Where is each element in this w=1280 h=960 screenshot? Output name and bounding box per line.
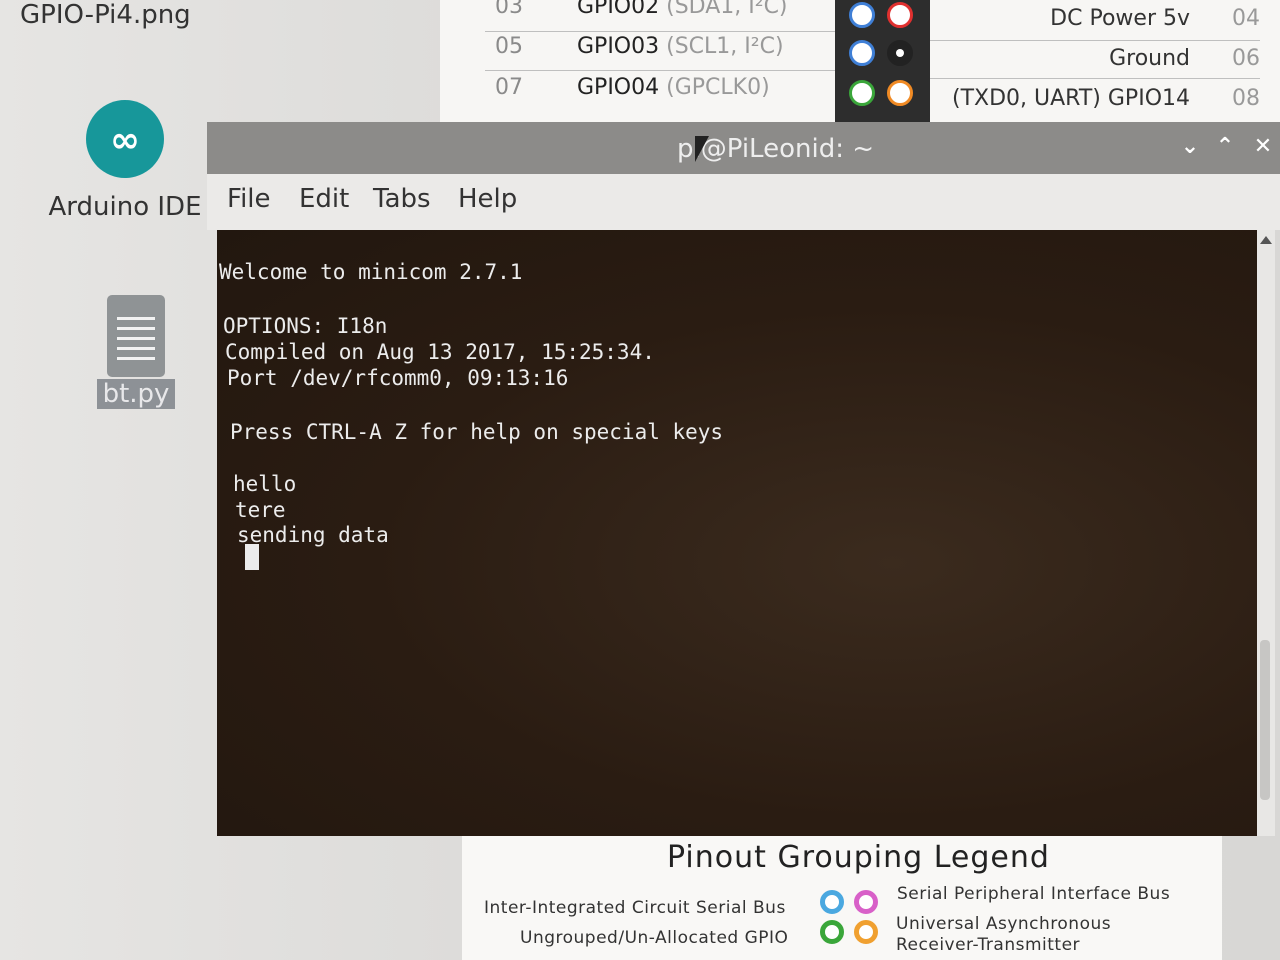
bt-py-file-shortcut[interactable]: bt.py: [96, 295, 176, 409]
legend-label: Receiver-Transmitter: [896, 935, 1081, 955]
legend-dot-icon: [820, 920, 844, 944]
pin-row-right: DC Power 5v 04: [1050, 6, 1260, 31]
terminal-scrollbar[interactable]: [1257, 230, 1275, 836]
legend-dot-icon: [854, 920, 878, 944]
scroll-up-icon[interactable]: [1260, 236, 1272, 244]
menu-file[interactable]: File: [227, 184, 271, 214]
pin-row-right: (TXD0, UART) GPIO14 08: [952, 86, 1260, 111]
menu-help[interactable]: Help: [458, 184, 517, 214]
menu-tabs[interactable]: Tabs: [373, 184, 431, 214]
scroll-thumb[interactable]: [1260, 640, 1270, 800]
pinout-image-top: 03 GPIO02 (SDA1, I²C) 05 GPIO03 (SCL1, I…: [440, 0, 1280, 125]
pin-dot-icon: [849, 80, 875, 106]
terminal-line: OPTIONS: I18n: [223, 314, 388, 338]
legend-dot-icon: [820, 890, 844, 914]
terminal-line: hello: [233, 472, 297, 496]
maximize-button[interactable]: ⌃: [1212, 134, 1238, 160]
pin-dot-icon: [887, 2, 913, 28]
terminal-line: tere: [235, 498, 286, 522]
pin-dot-icon: [887, 80, 913, 106]
legend-label: Ungrouped/Un-Allocated GPIO: [520, 928, 789, 948]
arduino-icon: ∞: [86, 100, 164, 178]
mouse-cursor-icon: [695, 136, 709, 162]
terminal-titlebar[interactable]: pi@PiLeonid: ~ ⌄ ⌃ ✕: [207, 122, 1280, 174]
pin-dot-icon: [849, 40, 875, 66]
minimize-button[interactable]: ⌄: [1177, 134, 1203, 160]
terminal-line: sending data: [237, 523, 389, 547]
arduino-ide-label: Arduino IDE: [48, 192, 202, 222]
legend-label: Serial Peripheral Interface Bus: [897, 884, 1171, 904]
legend-label: Universal Asynchronous: [896, 914, 1112, 934]
menu-bar: File Edit Tabs Help: [207, 174, 1280, 230]
image-filename-label: GPIO-Pi4.png: [20, 0, 191, 30]
bt-py-label: bt.py: [96, 379, 176, 409]
terminal-line: Welcome to minicom 2.7.1: [219, 260, 523, 284]
terminal-line: Press CTRL-A Z for help on special keys: [230, 420, 724, 444]
legend-label: Inter-Integrated Circuit Serial Bus: [484, 898, 786, 918]
text-cursor: [245, 544, 259, 570]
arduino-ide-shortcut[interactable]: ∞ Arduino IDE: [40, 100, 210, 222]
terminal-window[interactable]: pi@PiLeonid: ~ ⌄ ⌃ ✕ File Edit Tabs Help…: [207, 122, 1280, 836]
gpio-header-strip: [835, 0, 930, 125]
pin-dot-icon: [887, 40, 913, 66]
pin-dot-icon: [849, 2, 875, 28]
close-button[interactable]: ✕: [1250, 134, 1276, 160]
terminal-line: Compiled on Aug 13 2017, 15:25:34.: [225, 340, 655, 364]
legend-dot-icon: [854, 890, 878, 914]
terminal-console[interactable]: Welcome to minicom 2.7.1 OPTIONS: I18n C…: [217, 230, 1257, 836]
menu-edit[interactable]: Edit: [299, 184, 349, 214]
legend-title: Pinout Grouping Legend: [667, 840, 1050, 875]
text-file-icon: [107, 295, 165, 377]
terminal-line: Port /dev/rfcomm0, 09:13:16: [227, 366, 569, 390]
